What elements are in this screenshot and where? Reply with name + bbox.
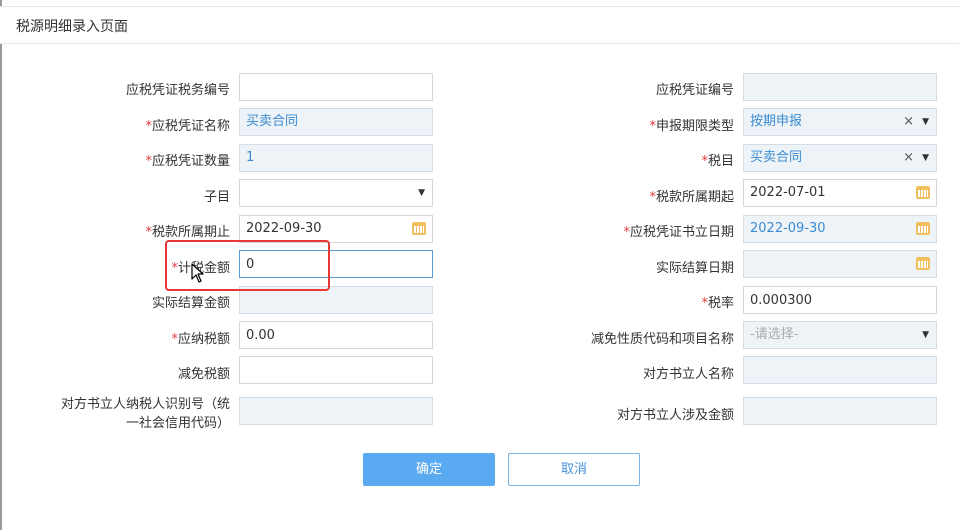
sjjs-rq-date[interactable] <box>743 250 937 278</box>
label-yspz-slrq: *应税凭证书立日期 <box>623 225 734 240</box>
label-sm: *税目 <box>701 154 734 169</box>
label-dfslr-mc: 对方书立人名称 <box>642 367 734 382</box>
label-yspz-sl: *应税凭证数量 <box>145 154 230 169</box>
label-yspz-mc: *应税凭证名称 <box>145 119 230 134</box>
yspz-sl-field: 1 <box>239 144 433 172</box>
label-sbqx-lx: *申报期限类型 <box>649 119 734 134</box>
window-edge <box>0 0 2 530</box>
chevron-down-icon[interactable]: ▼ <box>922 109 929 135</box>
label-jmse: 减免税额 <box>177 367 230 382</box>
jmse-input[interactable] <box>239 356 433 384</box>
label-zm: 子目 <box>203 190 230 205</box>
yspz-bh-field <box>743 73 937 101</box>
label-sjjs-je: 实际结算金额 <box>151 296 230 311</box>
calendar-icon[interactable] <box>916 222 930 235</box>
chevron-down-icon[interactable]: ▼ <box>922 322 929 348</box>
cancel-button[interactable]: 取消 <box>508 453 640 486</box>
label-ynse: *应纳税额 <box>171 332 230 347</box>
calendar-icon[interactable] <box>916 257 930 270</box>
sksq-q-date[interactable]: 2022-07-01 <box>743 179 937 207</box>
label-sksq-z: *税款所属期止 <box>145 225 230 240</box>
sksq-z-date[interactable]: 2022-09-30 <box>239 215 433 243</box>
label-dfslr-je: 对方书立人涉及金额 <box>616 408 734 423</box>
dfslr-je-field <box>743 397 937 425</box>
chevron-down-icon[interactable]: ▼ <box>418 180 425 206</box>
label-jmxz: 减免性质代码和项目名称 <box>590 332 734 347</box>
sbqx-lx-select[interactable]: 按期申报 × ▼ <box>743 108 937 136</box>
dfslr-sbh-field <box>239 397 433 425</box>
zm-select[interactable]: ▼ <box>239 179 433 207</box>
sl-input[interactable] <box>743 286 937 314</box>
chevron-down-icon[interactable]: ▼ <box>922 145 929 171</box>
yspz-swbh-input[interactable] <box>239 73 433 101</box>
yspz-slrq-date[interactable]: 2022-09-30 <box>743 215 937 243</box>
highlight-box <box>165 240 330 291</box>
tax-source-detail-dialog: 税源明细录入页面 应税凭证税务编号 应税凭证编号 *应税凭证名称 买卖合同 *申… <box>0 0 959 530</box>
yspz-mc-field: 买卖合同 <box>239 108 433 136</box>
sm-select[interactable]: 买卖合同 × ▼ <box>743 144 937 172</box>
clear-icon[interactable]: × <box>903 109 914 135</box>
label-yspz-bh: 应税凭证编号 <box>655 83 734 98</box>
dialog-title: 税源明细录入页面 <box>16 19 128 35</box>
dialog-title-bar: 税源明细录入页面 <box>0 6 959 44</box>
ynse-input[interactable] <box>239 321 433 349</box>
jmxz-select[interactable]: -请选择- ▼ <box>743 321 937 349</box>
calendar-icon[interactable] <box>412 222 426 235</box>
dfslr-mc-field <box>743 356 937 384</box>
label-sjjs-rq: 实际结算日期 <box>655 261 734 276</box>
label-dfslr-sbh: 对方书立人纳税人识别号（统 一社会信用代码） <box>60 397 230 431</box>
mouse-cursor-icon <box>191 263 204 283</box>
calendar-icon[interactable] <box>916 186 930 199</box>
clear-icon[interactable]: × <box>903 145 914 171</box>
label-sksq-q: *税款所属期起 <box>649 190 734 205</box>
confirm-button[interactable]: 确定 <box>363 453 495 486</box>
label-yspz-swbh: 应税凭证税务编号 <box>125 83 230 98</box>
label-sl: *税率 <box>701 296 734 311</box>
